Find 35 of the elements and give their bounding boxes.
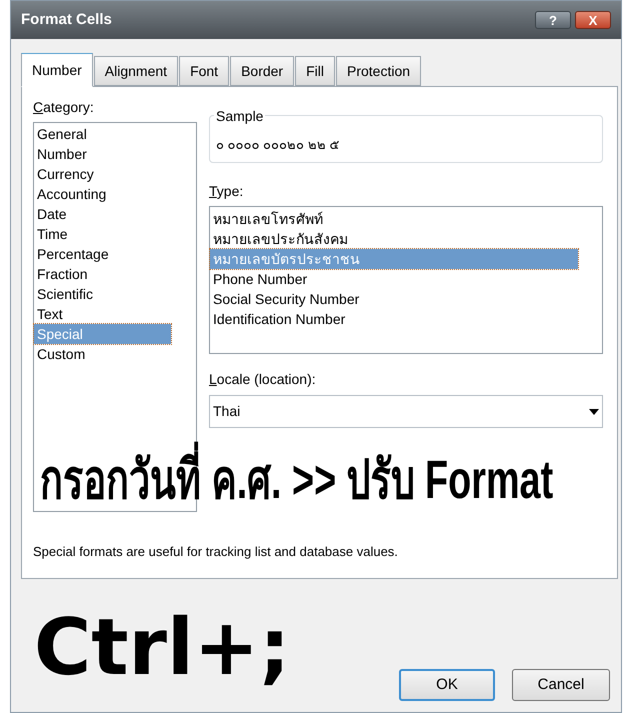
list-item[interactable]: หมายเลขโทรศัพท์ [210, 209, 578, 229]
dropdown-caret-icon [589, 408, 599, 414]
window-title: Format Cells [21, 10, 113, 30]
tab[interactable]: Number [21, 53, 93, 87]
tab[interactable]: Alignment [94, 56, 178, 86]
list-item[interactable]: Social Security Number [210, 289, 578, 309]
category-label: Category: [33, 98, 95, 117]
list-item[interactable]: Identification Number [210, 309, 578, 329]
tab[interactable]: Font [179, 56, 230, 86]
locale-label: Locale (location): [209, 371, 316, 387]
tab[interactable]: Border [230, 56, 294, 86]
shortcut-caption: Ctrl+; [34, 602, 290, 695]
list-item[interactable]: Text [34, 304, 171, 324]
tab[interactable]: Protection [336, 56, 422, 86]
type-label: Type: [209, 183, 244, 199]
locale-dropdown[interactable]: Thai [209, 395, 603, 428]
list-item[interactable]: Scientific [34, 284, 171, 304]
sample-value: ๐ ๐๐๐๐ ๐๐๐๒๐ ๒๒ ๕ [216, 137, 340, 152]
list-item[interactable]: Currency [34, 164, 171, 184]
tab[interactable]: Fill [295, 56, 335, 86]
list-item[interactable]: Accounting [34, 184, 171, 204]
list-item[interactable]: Fraction [34, 264, 171, 284]
list-item[interactable]: Custom [34, 344, 171, 364]
close-button[interactable]: X [575, 11, 611, 29]
description-text: Special formats are useful for tracking list and database values. [33, 544, 398, 559]
list-item[interactable]: General [34, 124, 171, 144]
list-item[interactable]: Number [34, 144, 171, 164]
overlay-caption: กรอกวันที่ ค.ศ. >> ปรับ Format [40, 440, 554, 520]
cancel-button[interactable]: Cancel [512, 669, 610, 701]
list-item[interactable]: หมายเลขประกันสังคม [210, 229, 578, 249]
list-item[interactable]: Date [34, 204, 171, 224]
list-item[interactable]: Time [34, 224, 171, 244]
list-item[interactable]: Phone Number [210, 269, 578, 289]
ok-button[interactable]: OK [399, 669, 495, 701]
list-item[interactable]: Percentage [34, 244, 171, 264]
